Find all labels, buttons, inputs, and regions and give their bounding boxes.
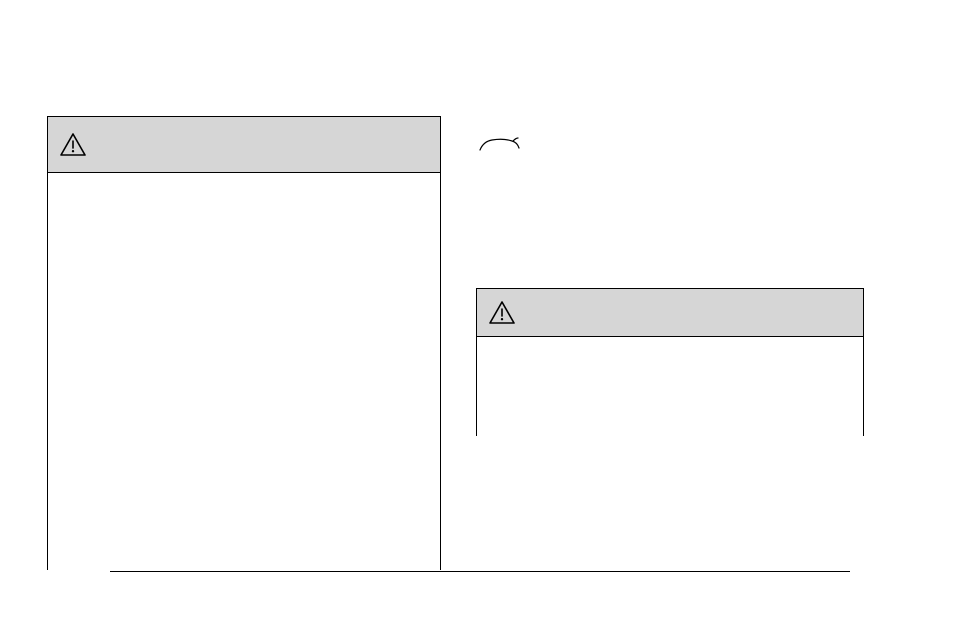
callout-box-right [476,288,864,436]
callout-body-right [477,337,863,437]
callout-header-right [477,289,863,337]
callout-body-left [48,173,440,571]
liftgate-icon [478,136,520,156]
page-footer-rule [110,571,850,572]
callout-header-left [48,117,440,173]
warning-triangle-icon [489,301,515,325]
warning-triangle-icon [60,133,86,157]
callout-box-left [47,116,441,570]
manual-page [0,0,954,636]
